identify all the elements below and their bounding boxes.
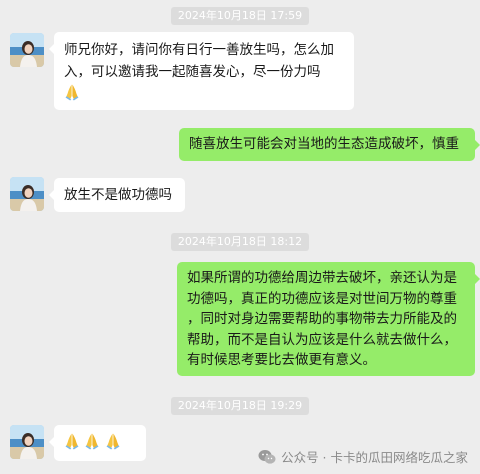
timestamp-label: 2024年10月18日 17:59: [170, 7, 310, 25]
watermark: 公众号 · 卡卡的瓜田网络吃瓜之家: [258, 447, 468, 466]
message-line: ，同时对身边需要帮助的事物带去力所能及的: [187, 311, 457, 327]
timestamp-label: 2024年10月18日 18:12: [170, 233, 310, 251]
message-line: 功德吗，真正的功德应该是对世间万物的尊重: [187, 290, 457, 307]
incoming-message-bubble[interactable]: 放生不是做功德吗: [49, 178, 185, 212]
message-line: 师兄你好，请问你有日行一善放生吗，怎么加: [64, 42, 334, 58]
avatar[interactable]: [10, 177, 44, 211]
timestamp: 2024年10月18日 19:29: [0, 394, 480, 415]
message-line: 帮助，而不是自认为应该是什么就去做什么，: [187, 331, 457, 348]
timestamp: 2024年10月18日 17:59: [0, 4, 480, 25]
timestamp-label: 2024年10月18日 19:29: [170, 397, 310, 415]
wechat-icon: [258, 449, 276, 464]
outgoing-message-bubble[interactable]: 如果所谓的功德给周边带去破坏，亲还认为是 功德吗，真正的功德应该是对世间万物的尊…: [177, 262, 480, 376]
incoming-message-bubble[interactable]: 师兄你好，请问你有日行一善放生吗，怎么加 入，可以邀请我一起随喜发心，尽一份力吗: [49, 32, 354, 110]
outgoing-message-bubble[interactable]: 随喜放生可能会对当地的生态造成破坏，慎重: [179, 128, 480, 161]
avatar[interactable]: [10, 33, 44, 67]
timestamp: 2024年10月18日 18:12: [0, 230, 480, 251]
folded-hands-icon: [64, 432, 80, 450]
message-line: 入，可以邀请我一起随喜发心，尽一份力吗: [64, 64, 321, 80]
folded-hands-icon: [105, 432, 121, 450]
folded-hands-icon: [84, 432, 100, 450]
incoming-message-bubble[interactable]: [49, 425, 146, 461]
watermark-text: 公众号 · 卡卡的瓜田网络吃瓜之家: [281, 450, 468, 465]
message-line: 如果所谓的功德给周边带去破坏，亲还认为是: [187, 270, 457, 286]
message-text: 随喜放生可能会对当地的生态造成破坏，慎重: [189, 136, 459, 152]
message-text: 放生不是做功德吗: [64, 187, 172, 203]
folded-hands-icon: [64, 83, 80, 101]
message-line: 有时候思考要比去做更有意义。: [187, 352, 376, 368]
avatar[interactable]: [10, 425, 44, 459]
